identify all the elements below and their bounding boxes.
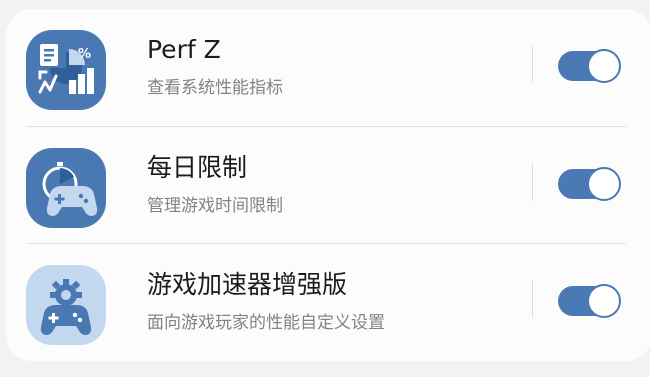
setting-subtitle: 查看系统性能指标 [147,78,283,98]
setting-title: 每日限制 [147,153,248,182]
game-booster-plus-toggle[interactable] [558,284,621,318]
setting-title: Perf Z [147,35,221,64]
toggle-knob [587,167,621,201]
setting-row-daily-limit[interactable]: 每日限制 管理游戏时间限制 [6,127,650,244]
settings-card: % Perf Z 查看系统性能指标 每日限制 管理游戏时间限制 游戏加速器增强版… [6,9,650,361]
performance-chart-icon: % [26,30,106,110]
gamepad-gear-icon [26,265,106,345]
setting-row-game-booster-plus[interactable]: 游戏加速器增强版 面向游戏玩家的性能自定义设置 [6,244,650,361]
setting-title: 游戏加速器增强版 [147,270,348,299]
svg-text:%: % [78,47,91,62]
toggle-knob [587,49,621,83]
setting-subtitle: 管理游戏时间限制 [147,196,283,216]
gamepad-timer-icon [26,148,106,228]
perf-z-toggle[interactable] [558,49,621,83]
vertical-divider [532,163,533,201]
setting-row-perf-z[interactable]: % Perf Z 查看系统性能指标 [6,9,650,126]
vertical-divider [532,45,533,83]
toggle-knob [587,284,621,318]
vertical-divider [532,280,533,318]
daily-limit-toggle[interactable] [558,167,621,201]
setting-subtitle: 面向游戏玩家的性能自定义设置 [147,313,385,333]
